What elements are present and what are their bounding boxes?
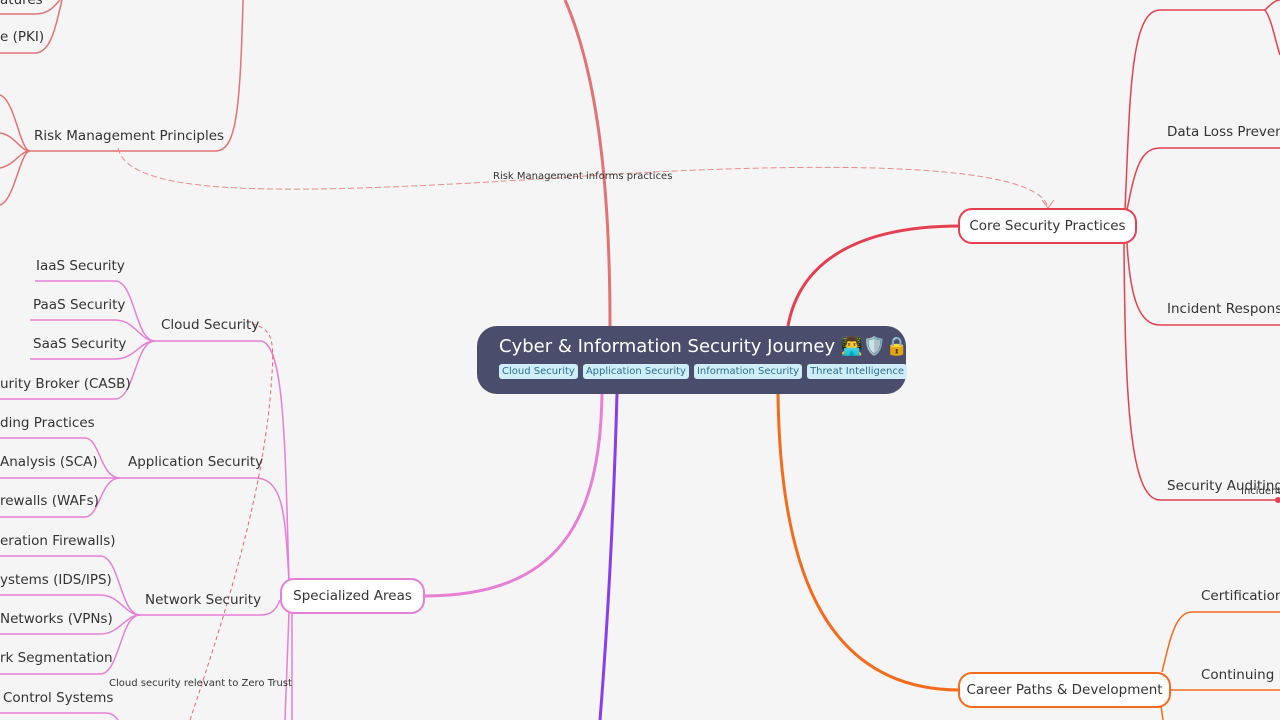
root-emoji-icons: 👨‍💻🛡️🔒 [840,336,909,357]
leaf-saas[interactable]: SaaS Security [33,336,126,352]
link-root-core [786,224,961,327]
leaf-paas[interactable]: PaaS Security [33,297,125,313]
tag-application-security[interactable]: Application Security [582,364,689,379]
node-application-security[interactable]: Application Security [128,454,263,470]
leaf-sca[interactable]: Analysis (SCA) [0,454,98,470]
leaf-ids-ips[interactable]: ystems (IDS/IPS) [0,572,112,588]
root-node[interactable]: Cyber & Information Security Journey 👨‍💻… [477,326,909,394]
leaf-ngfw[interactable]: eration Firewalls) [0,533,116,549]
link-root-specialized [423,393,604,598]
leaf-iaas[interactable]: IaaS Security [36,258,125,274]
node-network-security[interactable]: Network Security [145,592,261,608]
leaf-dlp[interactable]: Data Loss Preventio [1167,124,1280,140]
link-root-fundamentals [563,0,612,327]
crosslink-label-zero-trust: Cloud security relevant to Zero Trust [109,678,292,689]
leaf-continuing-education[interactable]: Continuing Ed [1201,667,1280,683]
node-cloud-security[interactable]: Cloud Security [161,317,259,333]
leaf-certifications[interactable]: Certifications [1201,588,1280,604]
leaf-waf[interactable]: rewalls (WAFs) [0,493,99,509]
root-title: Cyber & Information Security Journey 👨‍💻… [499,336,909,358]
leaf-casb[interactable]: urity Broker (CASB) [0,376,131,392]
leaf-vpn[interactable]: Networks (VPNs) [0,611,113,627]
crosslink-label-risk: Risk Management informs practices [493,171,673,182]
leaf-incident-response[interactable]: Incident Response [1167,301,1280,317]
node-specialized-areas[interactable]: Specialized Areas [280,578,425,614]
leaf-pki[interactable]: e (PKI) [0,29,44,45]
link-root-purple [598,393,619,720]
tag-threat-intelligence[interactable]: Threat Intelligence [807,364,907,379]
node-core-security-practices[interactable]: Core Security Practices [958,208,1137,244]
root-tags: Cloud Security Application Security Info… [499,364,907,379]
node-risk-management[interactable]: Risk Management Principles [34,128,224,144]
tag-information-security[interactable]: Information Security [693,364,803,379]
link-root-career [776,393,961,692]
tag-cloud-security[interactable]: Cloud Security [499,364,578,379]
leaf-segmentation[interactable]: rk Segmentation [0,650,113,666]
leaf-digital-signatures[interactable]: atures [0,0,43,8]
root-title-text: Cyber & Information Security Journey [499,336,836,357]
crosslink-cloud-zerotrust [189,323,274,720]
crosslink-label-incident: Incident [1241,486,1280,497]
node-ics[interactable]: Control Systems [3,690,113,706]
leaf-secure-coding[interactable]: ding Practices [0,415,95,431]
node-career-paths[interactable]: Career Paths & Development [958,672,1171,708]
